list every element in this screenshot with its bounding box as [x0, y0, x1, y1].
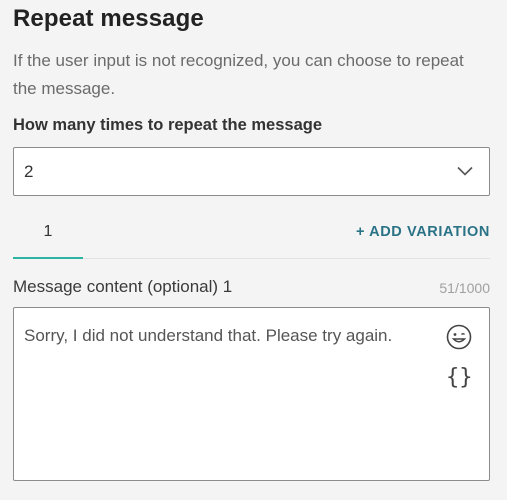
variation-tabs: 1 + ADD VARIATION [13, 212, 490, 259]
add-variation-button[interactable]: + ADD VARIATION [356, 224, 490, 240]
repeat-count-label: How many times to repeat the message [13, 116, 323, 134]
curly-braces-icon[interactable]: {} [446, 364, 473, 392]
section-title: Repeat message [13, 5, 204, 32]
character-counter: 51/1000 [439, 280, 490, 296]
message-content-text: Sorry, I did not understand that. Please… [24, 326, 393, 345]
repeat-message-panel: Repeat message If the user input is not … [0, 0, 507, 500]
emoji-icon[interactable] [445, 323, 473, 351]
section-description: If the user input is not recognized, you… [13, 51, 464, 98]
repeat-count-select[interactable]: 2 [13, 147, 490, 196]
tab-variation-1[interactable]: 1 [13, 212, 83, 259]
repeat-count-value: 2 [24, 162, 34, 181]
chevron-down-icon [457, 166, 473, 176]
message-content-label: Message content (optional) 1 [13, 277, 233, 296]
message-content-textarea[interactable]: Sorry, I did not understand that. Please… [13, 307, 490, 481]
